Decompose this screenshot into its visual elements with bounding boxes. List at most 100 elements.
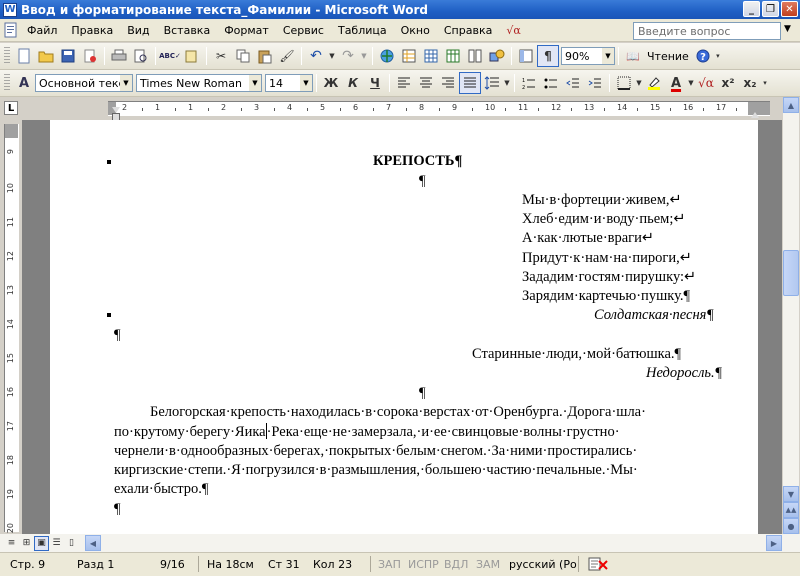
columns-icon[interactable] <box>464 45 486 67</box>
scroll-left-icon[interactable]: ◀ <box>85 535 101 551</box>
research-icon[interactable] <box>181 45 203 67</box>
highlight-icon[interactable] <box>643 72 665 94</box>
tab-selector-button[interactable]: L <box>4 101 18 115</box>
read-icon[interactable]: 📖 <box>622 45 644 67</box>
align-left-icon[interactable] <box>393 72 415 94</box>
borders-dropdown-icon[interactable]: ▼ <box>635 72 643 94</box>
menu-insert[interactable]: Вставка <box>157 24 218 37</box>
horizontal-scroll-track[interactable] <box>101 535 766 551</box>
subscript-icon[interactable]: x₂ <box>739 72 761 94</box>
line-spacing-icon[interactable] <box>481 72 503 94</box>
vertical-scrollbar[interactable]: ▲ ▼ ▲▲ ● <box>782 97 799 534</box>
justify-icon[interactable] <box>459 72 481 94</box>
cut-icon[interactable]: ✂ <box>210 45 232 67</box>
insert-excel-icon[interactable] <box>442 45 464 67</box>
vertical-ruler[interactable]: 9 10 11 12 13 14 15 16 17 18 19 20 <box>4 124 19 533</box>
menu-table[interactable]: Таблица <box>331 24 394 37</box>
reading-view-icon[interactable]: ▯ <box>64 536 79 551</box>
right-indent-marker[interactable] <box>751 112 759 118</box>
line-spacing-dropdown-icon[interactable]: ▼ <box>503 72 511 94</box>
word-app-icon[interactable]: W <box>3 2 17 17</box>
font-combo[interactable]: Times New Roman ▼ <box>136 74 262 92</box>
menu-edit[interactable]: Правка <box>64 24 120 37</box>
decrease-indent-icon[interactable] <box>562 72 584 94</box>
document-page[interactable]: КРЕПОСТЬ¶ ¶ Мы·в·фортеции·живем,↵ Хлеб·е… <box>50 120 758 534</box>
font-dropdown-icon[interactable]: ▼ <box>249 75 261 91</box>
menu-tools[interactable]: Сервис <box>276 24 331 37</box>
document-icon[interactable] <box>4 22 20 38</box>
toolbar-options-icon[interactable]: ▾ <box>761 72 769 94</box>
scroll-down-icon[interactable]: ▼ <box>783 486 799 502</box>
align-right-icon[interactable] <box>437 72 459 94</box>
font-color-dropdown-icon[interactable]: ▼ <box>687 72 695 94</box>
browse-object-icon[interactable]: ● <box>783 518 799 534</box>
toolbar-grip[interactable] <box>4 74 10 92</box>
equation-editor-icon[interactable]: √α <box>695 72 717 94</box>
style-dropdown-icon[interactable]: ▼ <box>120 75 132 91</box>
status-language[interactable]: русский (Ро <box>509 558 577 571</box>
zoom-combo[interactable]: 90% ▼ <box>561 47 615 65</box>
underline-button[interactable]: Ч <box>364 72 386 94</box>
close-button[interactable]: ✕ <box>781 1 798 17</box>
prev-page-icon[interactable]: ▲▲ <box>783 502 799 518</box>
vertical-scroll-thumb[interactable] <box>783 250 799 296</box>
hyperlink-icon[interactable] <box>376 45 398 67</box>
document-map-icon[interactable] <box>515 45 537 67</box>
web-view-icon[interactable]: ⊞ <box>19 536 34 551</box>
scroll-up-icon[interactable]: ▲ <box>783 97 799 113</box>
toolbar-options-icon[interactable]: ▾ <box>714 45 722 67</box>
font-color-icon[interactable]: A <box>665 72 687 94</box>
menu-view[interactable]: Вид <box>120 24 156 37</box>
status-overtype[interactable]: ЗАМ <box>476 558 500 571</box>
bold-button[interactable]: Ж <box>320 72 342 94</box>
spelling-icon[interactable]: ABC✓ <box>159 45 181 67</box>
outline-view-icon[interactable]: ☰ <box>49 536 64 551</box>
borders-icon[interactable] <box>613 72 635 94</box>
equation-icon[interactable]: √α <box>499 24 527 37</box>
style-combo[interactable]: Основной текст ▼ <box>35 74 133 92</box>
undo-icon[interactable]: ↶ <box>305 45 327 67</box>
italic-button[interactable]: К <box>342 72 364 94</box>
styles-pane-icon[interactable]: A <box>13 72 35 94</box>
menu-file[interactable]: Файл <box>20 24 64 37</box>
format-painter-icon[interactable]: 🖌 <box>276 45 298 67</box>
drawing-icon[interactable] <box>486 45 508 67</box>
paste-icon[interactable] <box>254 45 276 67</box>
toolbar-grip[interactable] <box>4 47 10 65</box>
menu-format[interactable]: Формат <box>217 24 276 37</box>
undo-dropdown-icon[interactable]: ▼ <box>327 45 337 67</box>
redo-icon[interactable]: ↷ <box>337 45 359 67</box>
font-size-dropdown-icon[interactable]: ▼ <box>300 75 312 91</box>
spelling-status-icon[interactable] <box>587 556 609 575</box>
restore-button[interactable]: ❐ <box>762 1 779 17</box>
increase-indent-icon[interactable] <box>584 72 606 94</box>
status-record[interactable]: ЗАП <box>378 558 401 571</box>
help-search-input[interactable]: Введите вопрос <box>633 22 781 40</box>
browse-object-button[interactable]: ● <box>783 518 799 534</box>
copy-icon[interactable] <box>232 45 254 67</box>
status-extend[interactable]: ВДЛ <box>444 558 468 571</box>
scroll-down-button[interactable]: ▼ <box>783 486 799 502</box>
align-center-icon[interactable] <box>415 72 437 94</box>
permission-icon[interactable] <box>79 45 101 67</box>
minimize-button[interactable]: _ <box>743 1 760 17</box>
help-dropdown-arrow[interactable]: ▼ <box>784 24 791 34</box>
show-formatting-icon[interactable]: ¶ <box>537 45 559 67</box>
print-preview-icon[interactable] <box>130 45 152 67</box>
save-icon[interactable] <box>57 45 79 67</box>
tables-borders-icon[interactable] <box>398 45 420 67</box>
read-button-label[interactable]: Чтение <box>644 50 692 63</box>
superscript-icon[interactable]: x² <box>717 72 739 94</box>
normal-view-icon[interactable]: ≡ <box>4 536 19 551</box>
status-track-changes[interactable]: ИСПР <box>408 558 439 571</box>
prev-page-button[interactable]: ▲▲ <box>783 502 799 518</box>
open-folder-icon[interactable] <box>35 45 57 67</box>
menu-window[interactable]: Окно <box>394 24 437 37</box>
insert-table-icon[interactable] <box>420 45 442 67</box>
font-size-combo[interactable]: 14 ▼ <box>265 74 313 92</box>
help-icon[interactable]: ? <box>692 45 714 67</box>
horizontal-ruler[interactable]: 2 1 1 2 3 4 5 6 7 8 9 10 11 12 13 14 15 16 17 <box>108 101 770 116</box>
numbering-icon[interactable]: 12 <box>518 72 540 94</box>
bullets-icon[interactable] <box>540 72 562 94</box>
scroll-right-icon[interactable]: ▶ <box>766 535 782 551</box>
